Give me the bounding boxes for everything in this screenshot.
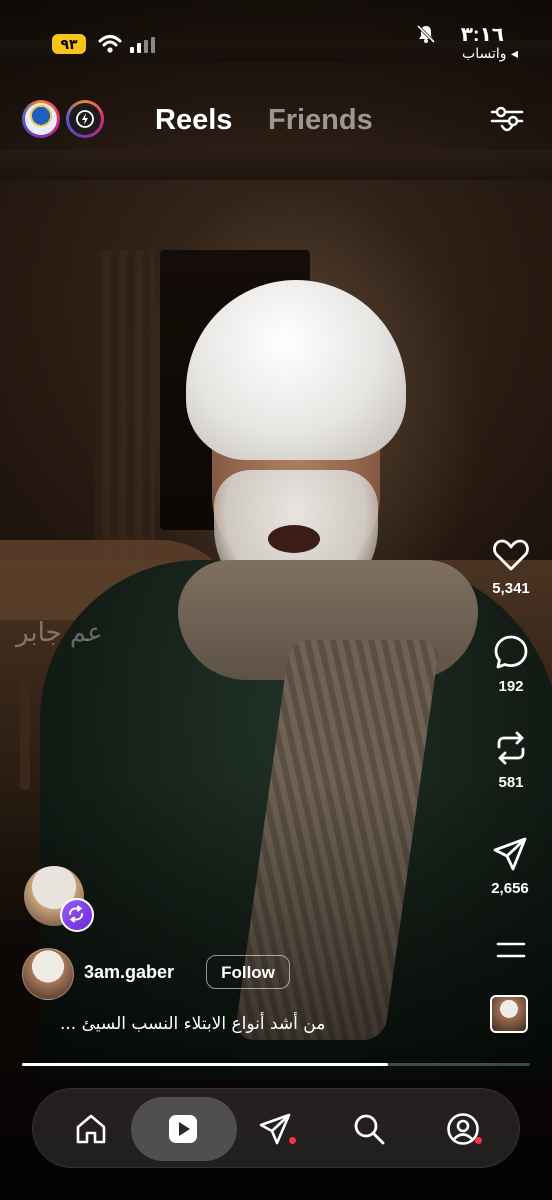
nav-home[interactable] — [41, 1089, 141, 1169]
audio-thumbnail[interactable] — [490, 995, 528, 1033]
video-progress-fill — [22, 1063, 388, 1066]
mouth — [268, 525, 320, 553]
share-button[interactable]: 2,656 — [480, 836, 540, 897]
comment-count: 192 — [498, 678, 524, 695]
search-icon — [354, 1114, 385, 1145]
repost-count: 581 — [498, 774, 524, 791]
remix-badge[interactable] — [60, 898, 94, 932]
heart-icon — [493, 539, 529, 571]
remix-icon — [69, 905, 83, 923]
status-bar: ٩٣ ٣:١٦ ◂ واتساب — [0, 0, 552, 70]
story-avatar[interactable] — [22, 100, 60, 138]
nav-search[interactable] — [319, 1089, 419, 1169]
reels-icon — [169, 1115, 197, 1143]
silent-bell-icon — [416, 24, 436, 44]
back-to-app-link[interactable]: ◂ واتساب — [462, 46, 518, 62]
bottom-navigation — [32, 1088, 520, 1168]
home-icon — [76, 1114, 106, 1144]
cellular-signal-icon — [130, 37, 155, 53]
battery-indicator: ٩٣ — [52, 34, 86, 54]
tab-friends[interactable]: Friends — [268, 104, 373, 137]
wifi-icon — [98, 35, 122, 53]
comment-button[interactable]: 192 — [486, 634, 536, 695]
author-avatar[interactable] — [22, 948, 74, 1000]
send-icon — [493, 837, 527, 871]
profile-notification-dot — [475, 1137, 482, 1144]
more-options-button[interactable] — [486, 940, 536, 960]
tab-reels[interactable]: Reels — [155, 104, 232, 137]
story-avatar[interactable] — [66, 100, 104, 138]
author-username[interactable]: 3am.gaber — [84, 962, 174, 983]
clock: ٣:١٦ — [460, 24, 504, 46]
messages-notification-dot — [289, 1137, 296, 1144]
lightning-icon — [76, 110, 94, 128]
bench-spindle — [20, 670, 30, 790]
video-watermark: عم جابر — [16, 618, 103, 648]
background-curtain — [95, 250, 155, 580]
nav-profile[interactable] — [413, 1089, 513, 1169]
nav-reels[interactable] — [131, 1089, 237, 1169]
messages-icon — [259, 1113, 291, 1145]
repost-icon — [497, 731, 525, 765]
video-progress-bar[interactable] — [22, 1063, 530, 1066]
nav-messages[interactable] — [225, 1089, 325, 1169]
like-button[interactable]: 5,341 — [486, 538, 536, 597]
like-count: 5,341 — [492, 580, 530, 597]
reel-caption[interactable]: من أشد أنواع الابتلاء النسب السيئ ... — [60, 1014, 325, 1034]
more-lines-icon — [496, 942, 526, 958]
comment-icon — [494, 635, 528, 669]
repost-button[interactable]: 581 — [486, 730, 536, 791]
follow-button[interactable]: Follow — [206, 955, 290, 989]
share-count: 2,656 — [491, 880, 529, 897]
filter-icon[interactable] — [490, 104, 524, 136]
